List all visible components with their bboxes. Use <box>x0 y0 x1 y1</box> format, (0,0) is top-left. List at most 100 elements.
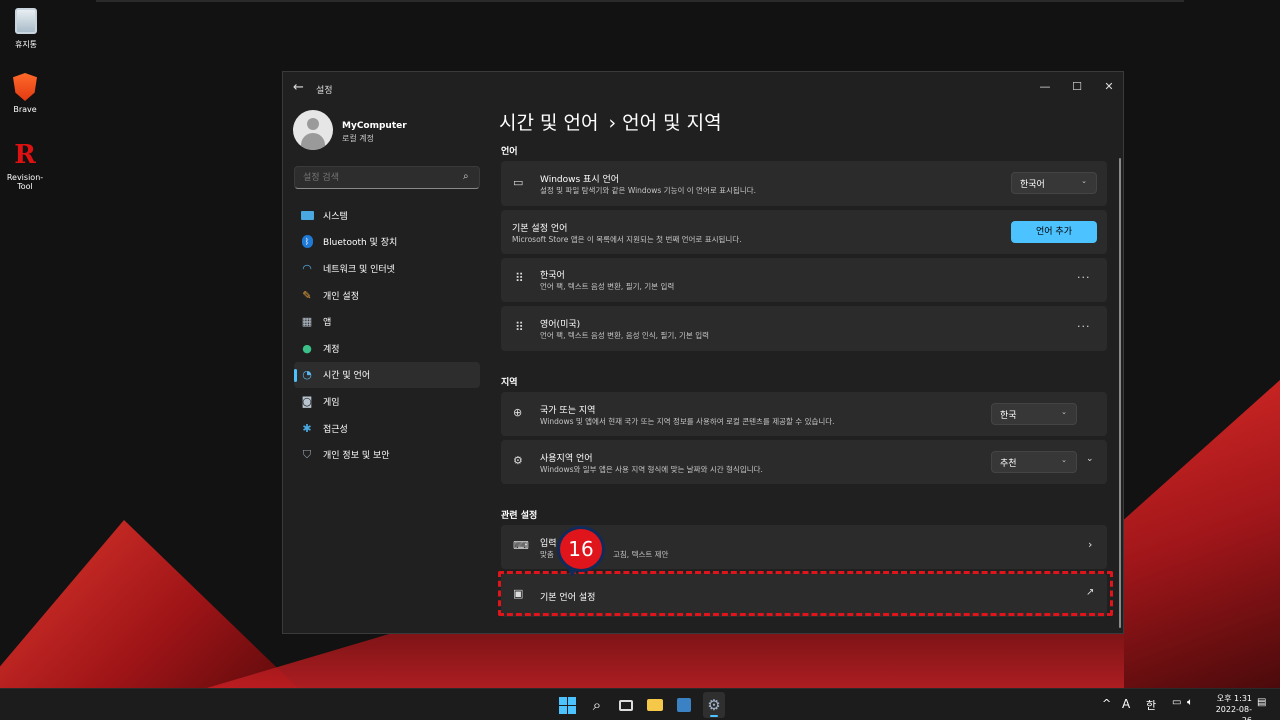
notification-icon[interactable]: ▤ <box>1257 697 1266 708</box>
dropdown-value: 한국어 <box>1020 180 1045 190</box>
regional-format-title: 사용지역 언어 <box>540 454 593 464</box>
scrollbar[interactable] <box>1119 158 1121 628</box>
preferred-languages-desc: Microsoft Store 앱은 이 목록에서 지원되는 첫 번째 언어로 … <box>512 235 742 244</box>
maximize-button[interactable]: ☐ <box>1062 76 1092 98</box>
language-item-desc: 언어 팩, 텍스트 음성 변환, 음성 인식, 필기, 기본 입력 <box>540 331 709 340</box>
page-title: 시간 및 언어 › 언어 및 지역 <box>499 108 722 135</box>
start-button[interactable] <box>557 695 577 715</box>
volume-icon[interactable]: 🔈︎ <box>1187 697 1193 708</box>
sidebar-item-time-language[interactable]: ◔ 시간 및 언어 <box>294 361 480 389</box>
country-region-dropdown[interactable]: 한국 ⌄ <box>991 403 1077 425</box>
highlight-box <box>498 571 1113 616</box>
drag-handle-icon[interactable]: ⠿ <box>515 271 524 285</box>
tray-overflow-chevron[interactable]: ^ <box>1102 697 1111 710</box>
desktop-icon-brave[interactable]: Brave <box>0 72 50 114</box>
clock[interactable]: 오후 1:31 2022-08-26 <box>1206 693 1252 720</box>
settings-icon: ⚙ <box>707 696 721 714</box>
add-language-button[interactable]: 언어 추가 <box>1011 221 1097 243</box>
sidebar-item-personalization[interactable]: ✎ 개인 설정 <box>294 282 480 309</box>
sidebar-item-label: 시간 및 언어 <box>323 371 371 382</box>
step-badge: 16 <box>557 526 605 572</box>
profile[interactable]: MyComputer 로컬 계정 <box>293 110 483 152</box>
wallpaper-shape <box>1124 380 1280 688</box>
sidebar-item-gaming[interactable]: ◙ 게임 <box>294 388 480 415</box>
display-language-desc: 설정 및 파일 탐색기와 같은 Windows 기능이 이 언어로 표시됩니다. <box>540 186 757 195</box>
sidebar-item-label: 앱 <box>323 318 332 329</box>
revision-tool-icon: R <box>14 140 36 170</box>
ime-mode-han[interactable]: 한 <box>1146 697 1156 713</box>
minimize-button[interactable]: — <box>1030 76 1060 98</box>
language-item-korean[interactable]: ⠿ 한국어 언어 팩, 텍스트 음성 변환, 필기, 기본 입력 ··· <box>501 258 1107 302</box>
breadcrumb-separator: › <box>608 112 617 134</box>
profile-name: MyComputer <box>342 121 407 131</box>
monitor-icon: ▭ <box>513 176 524 189</box>
language-item-title: 한국어 <box>540 271 565 281</box>
dropdown-value: 추천 <box>1000 459 1017 469</box>
typing-desc: 맞춤 <box>540 550 554 559</box>
sidebar-item-system[interactable]: 시스템 <box>294 202 480 229</box>
back-arrow-icon[interactable]: ← <box>293 80 304 95</box>
avatar <box>293 110 333 150</box>
top-edge-bar <box>96 0 1184 2</box>
apps-icon: ▦ <box>301 315 313 329</box>
regional-format-dropdown[interactable]: 추천 ⌄ <box>991 451 1077 473</box>
clock-date: 2022-08-26 <box>1215 705 1252 720</box>
section-heading-language: 언어 <box>501 147 518 157</box>
task-view-icon[interactable] <box>616 695 636 715</box>
file-explorer-icon[interactable] <box>645 695 665 715</box>
display-language-title: Windows 표시 언어 <box>540 175 620 185</box>
app-title: 설정 <box>316 86 333 96</box>
sidebar-item-label: 시스템 <box>323 211 348 222</box>
drag-handle-icon[interactable]: ⠿ <box>515 320 524 334</box>
close-button[interactable]: ✕ <box>1094 76 1124 98</box>
globe-clock-icon: ◔ <box>302 368 312 382</box>
sidebar-item-label: 개인 설정 <box>323 291 359 302</box>
settings-search-input[interactable] <box>294 166 480 189</box>
sidebar-item-privacy[interactable]: ⛉ 개인 정보 및 보안 <box>294 441 480 468</box>
accessibility-icon: ✱ <box>302 421 312 435</box>
dropdown-value: 한국 <box>1000 411 1017 421</box>
display-language-dropdown[interactable]: 한국어 ⌄ <box>1011 172 1097 194</box>
country-region-title: 국가 또는 지역 <box>540 406 596 416</box>
language-item-english-us[interactable]: ⠿ 영어(미국) 언어 팩, 텍스트 음성 변환, 음성 인식, 필기, 기본 … <box>501 306 1107 351</box>
breadcrumb-parent[interactable]: 시간 및 언어 <box>499 112 598 134</box>
desktop-icon-revision-tool[interactable]: R Revision-Tool <box>0 140 50 191</box>
more-options-icon[interactable]: ··· <box>1077 320 1091 333</box>
sidebar-item-label: Bluetooth 및 장치 <box>323 238 398 249</box>
section-heading-region: 지역 <box>501 378 518 388</box>
sidebar-item-network[interactable]: ◠ 네트워크 및 인터넷 <box>294 255 480 282</box>
preferred-languages-row: 기본 설정 언어 Microsoft Store 앱은 이 목록에서 지원되는 … <box>501 210 1107 254</box>
sidebar-item-apps[interactable]: ▦ 앱 <box>294 308 480 335</box>
chevron-down-icon: ⌄ <box>1061 456 1067 464</box>
sidebar-item-bluetooth[interactable]: ᛒ Bluetooth 및 장치 <box>294 229 480 256</box>
clock-time: 오후 1:31 <box>1216 694 1252 703</box>
wallpaper-shape <box>0 520 300 688</box>
expand-chevron-icon[interactable]: ⌄ <box>1086 454 1094 464</box>
sidebar-item-accessibility[interactable]: ✱ 접근성 <box>294 415 480 442</box>
desktop-icon-recycle-bin[interactable]: 휴지통 <box>1 6 51 50</box>
sidebar-item-label: 개인 정보 및 보안 <box>323 451 390 462</box>
sidebar-nav: 시스템 ᛒ Bluetooth 및 장치 ◠ 네트워크 및 인터넷 ✎ 개인 설… <box>294 202 480 468</box>
settings-window: ← 설정 — ☐ ✕ MyComputer 로컬 계정 ⌕ 시스템 ᛒ Blue… <box>282 71 1124 634</box>
typing-desc-tail: 고침, 텍스트 제안 <box>613 550 669 559</box>
sidebar-item-label: 접근성 <box>323 424 348 435</box>
preferred-languages-title: 기본 설정 언어 <box>512 224 568 234</box>
chevron-right-icon: › <box>1088 538 1093 551</box>
breadcrumb-current: 언어 및 지역 <box>622 112 722 134</box>
network-icon[interactable]: ▭ <box>1172 697 1181 708</box>
taskbar: ⌕ ⚙ ^ A 한 ▭ 🔈︎ 오후 1:31 2022-08-26 ▤ <box>0 688 1280 720</box>
ime-mode-a[interactable]: A <box>1122 697 1130 711</box>
regional-format-desc: Windows와 일부 앱은 사용 지역 형식에 맞는 날짜와 시간 형식입니다… <box>540 465 763 474</box>
sidebar-item-accounts[interactable]: ● 계정 <box>294 335 480 362</box>
regional-format-row[interactable]: ⚙ 사용지역 언어 Windows와 일부 앱은 사용 지역 형식에 맞는 날짜… <box>501 440 1107 484</box>
typing-title: 입력 <box>540 539 557 549</box>
store-icon[interactable] <box>674 695 694 715</box>
recycle-bin-icon <box>15 8 37 34</box>
sidebar-item-label: 게임 <box>323 397 340 408</box>
regional-format-icon: ⚙ <box>513 454 523 467</box>
chevron-down-icon: ⌄ <box>1081 177 1087 185</box>
search-icon[interactable]: ⌕ <box>587 695 607 715</box>
chevron-down-icon: ⌄ <box>1061 408 1067 416</box>
search-icon[interactable]: ⌕ <box>463 171 469 182</box>
more-options-icon[interactable]: ··· <box>1077 271 1091 284</box>
